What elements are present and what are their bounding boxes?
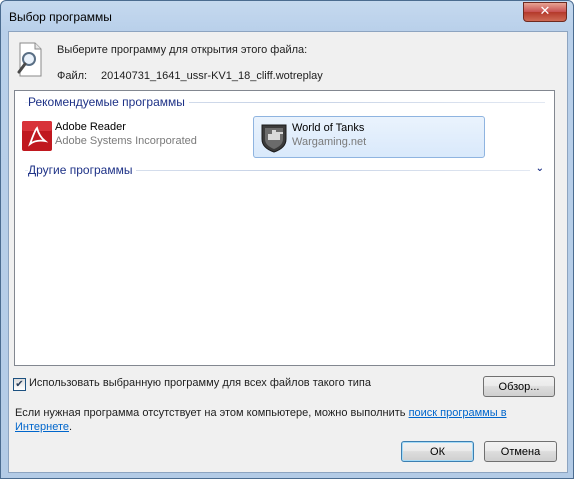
adobe-reader-icon	[22, 121, 52, 151]
window-title: Выбор программы	[9, 10, 112, 24]
ok-button[interactable]: ОК	[401, 441, 474, 462]
program-item-adobe-reader[interactable]: Adobe Reader Adobe Systems Incorporated	[17, 116, 237, 156]
program-list[interactable]: Рекомендуемые программы Adobe Reader Ado…	[14, 90, 555, 366]
other-group-title: Другие программы	[28, 163, 137, 177]
dialog-window: Выбор программы ✕ Выберите программу для…	[0, 0, 574, 479]
info-message-end: .	[69, 421, 73, 433]
program-name: Adobe Reader	[55, 121, 126, 133]
program-company: Adobe Systems Incorporated	[55, 135, 197, 147]
world-of-tanks-icon	[261, 124, 287, 153]
title-bar[interactable]: Выбор программы ✕	[1, 1, 573, 31]
close-icon: ✕	[539, 4, 551, 19]
info-message: Если нужная программа отсутствует на это…	[15, 407, 409, 419]
recommended-group-header[interactable]: Рекомендуемые программы	[15, 95, 554, 111]
browse-button[interactable]: Обзор...	[483, 376, 555, 397]
always-use-label: Использовать выбранную программу для все…	[29, 377, 371, 389]
choose-program-prompt: Выберите программу для открытия этого фа…	[57, 44, 308, 56]
program-name: World of Tanks	[292, 122, 365, 134]
other-group-header[interactable]: Другие программы ⌄	[15, 163, 554, 179]
close-button[interactable]: ✕	[523, 2, 567, 22]
file-label: Файл:	[57, 70, 88, 82]
file-name: 20140731_1641_ussr-KV1_18_cliff.wotrepla…	[101, 70, 323, 82]
info-text: Если нужная программа отсутствует на это…	[15, 406, 535, 434]
chevron-down-icon[interactable]: ⌄	[536, 163, 544, 174]
always-use-checkbox[interactable]: ✔	[13, 378, 26, 391]
program-item-world-of-tanks[interactable]: World of Tanks Wargaming.net	[253, 116, 485, 158]
recommended-group-title: Рекомендуемые программы	[28, 95, 189, 109]
dialog-client: Выберите программу для открытия этого фа…	[8, 31, 568, 473]
program-company: Wargaming.net	[292, 136, 367, 148]
cancel-button[interactable]: Отмена	[484, 441, 557, 462]
document-search-icon	[17, 42, 42, 77]
